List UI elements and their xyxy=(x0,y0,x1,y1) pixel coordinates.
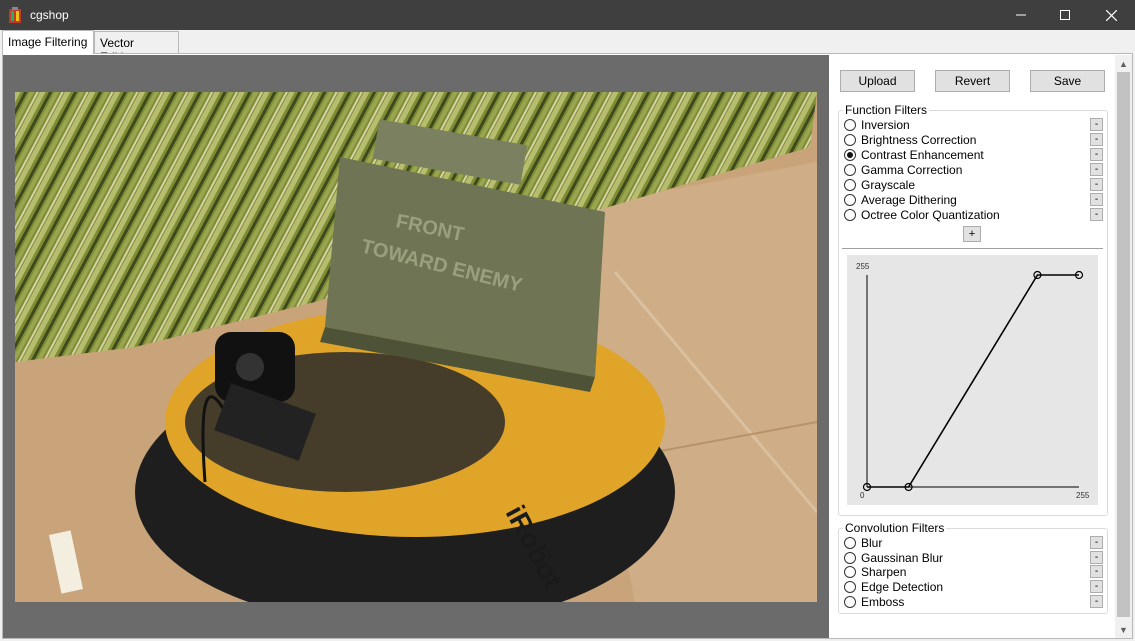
remove-gaussian-button[interactable]: - xyxy=(1090,551,1103,564)
radio-button-checked[interactable] xyxy=(844,148,856,161)
function-graph[interactable] xyxy=(847,255,1098,505)
filter-label: Grayscale xyxy=(861,177,916,192)
radio-button[interactable] xyxy=(844,580,856,593)
conv-item-sharpen[interactable]: Sharpen xyxy=(844,564,906,579)
chevron-up-icon: ▲ xyxy=(1119,58,1128,69)
filter-label: Sharpen xyxy=(861,564,907,579)
filter-label: Edge Detection xyxy=(861,579,944,594)
remove-octree-button[interactable]: - xyxy=(1090,208,1103,221)
app-icon xyxy=(9,7,21,23)
filter-label: Average Dithering xyxy=(861,192,957,207)
conv-item-gaussian-blur[interactable]: Gaussinan Blur xyxy=(844,550,943,565)
radio-button[interactable] xyxy=(844,118,856,131)
close-icon xyxy=(1105,9,1117,21)
remove-brightness-button[interactable]: - xyxy=(1090,133,1103,146)
filter-item-average-dithering[interactable]: Average Dithering xyxy=(844,192,957,207)
chevron-down-icon: ▼ xyxy=(1119,624,1128,635)
filter-label: Blur xyxy=(861,535,883,550)
x-max-label: 255 xyxy=(1076,491,1090,500)
filter-label: Gaussinan Blur xyxy=(861,550,944,565)
conv-item-blur[interactable]: Blur xyxy=(844,535,882,550)
minimize-icon xyxy=(1016,14,1026,16)
filter-label: Emboss xyxy=(861,594,905,609)
save-button[interactable]: Save xyxy=(1030,70,1105,92)
remove-contrast-button[interactable]: - xyxy=(1090,148,1103,161)
filter-item-contrast-enhancement[interactable]: Contrast Enhancement xyxy=(844,147,984,162)
remove-dithering-button[interactable]: - xyxy=(1090,193,1103,206)
revert-button[interactable]: Revert xyxy=(935,70,1010,92)
image-preview[interactable]: FRONT TOWARD ENEMY iRobot xyxy=(15,92,817,602)
minimize-button[interactable] xyxy=(998,0,1044,30)
remove-grayscale-button[interactable]: - xyxy=(1090,178,1103,191)
x-min-label: 0 xyxy=(860,491,865,500)
filter-item-octree-color-quantization[interactable]: Octree Color Quantization xyxy=(844,207,1000,222)
radio-button[interactable] xyxy=(844,133,856,146)
tab-strip: Image Filtering Vector Editing xyxy=(0,30,1135,64)
scroll-down-button[interactable]: ▼ xyxy=(1115,621,1132,638)
radio-button[interactable] xyxy=(844,178,856,191)
conv-item-emboss[interactable]: Emboss xyxy=(844,594,904,609)
radio-button[interactable] xyxy=(844,565,856,578)
tab-image-filtering[interactable]: Image Filtering xyxy=(2,30,94,54)
filter-item-inversion[interactable]: Inversion xyxy=(844,117,910,132)
scroll-up-button[interactable]: ▲ xyxy=(1115,55,1132,72)
function-graph-editor[interactable]: 255 0 255 xyxy=(847,255,1098,505)
maximize-icon xyxy=(1060,10,1070,20)
close-button[interactable] xyxy=(1088,0,1134,30)
filter-label: Gamma Correction xyxy=(861,162,963,177)
filter-item-grayscale[interactable]: Grayscale xyxy=(844,177,915,192)
filter-item-gamma-correction[interactable]: Gamma Correction xyxy=(844,162,962,177)
y-max-label: 255 xyxy=(856,262,870,271)
function-curve xyxy=(867,274,1079,488)
filter-item-brightness-correction[interactable]: Brightness Correction xyxy=(844,132,976,147)
add-filter-button[interactable]: + xyxy=(963,226,981,242)
remove-gamma-button[interactable]: - xyxy=(1090,163,1103,176)
filter-label: Brightness Correction xyxy=(861,132,977,147)
conv-item-edge-detection[interactable]: Edge Detection xyxy=(844,579,943,594)
filter-label: Contrast Enhancement xyxy=(861,147,984,162)
radio-button[interactable] xyxy=(844,193,856,206)
filter-label: Octree Color Quantization xyxy=(861,207,1000,222)
radio-button[interactable] xyxy=(844,208,856,221)
photo-illustration: FRONT TOWARD ENEMY iRobot xyxy=(15,92,817,602)
upload-button[interactable]: Upload xyxy=(840,70,915,92)
tab-vector-editing[interactable]: Vector Editing xyxy=(94,31,179,64)
radio-button[interactable] xyxy=(844,595,856,608)
remove-inversion-button[interactable]: - xyxy=(1090,118,1103,131)
function-filters-title: Function Filters xyxy=(843,103,930,117)
divider xyxy=(842,248,1103,249)
radio-button[interactable] xyxy=(844,551,856,564)
convolution-filters-title: Convolution Filters xyxy=(843,521,947,535)
window-title: cgshop xyxy=(30,8,69,22)
filter-label: Inversion xyxy=(861,117,910,132)
remove-edge-button[interactable]: - xyxy=(1090,580,1103,593)
remove-emboss-button[interactable]: - xyxy=(1090,595,1103,608)
radio-button[interactable] xyxy=(844,536,856,549)
remove-blur-button[interactable]: - xyxy=(1090,536,1103,549)
radio-button[interactable] xyxy=(844,163,856,176)
maximize-button[interactable] xyxy=(1042,0,1088,30)
remove-sharpen-button[interactable]: - xyxy=(1090,565,1103,578)
scroll-thumb[interactable] xyxy=(1117,72,1130,617)
title-bar[interactable]: cgshop xyxy=(0,0,1135,30)
